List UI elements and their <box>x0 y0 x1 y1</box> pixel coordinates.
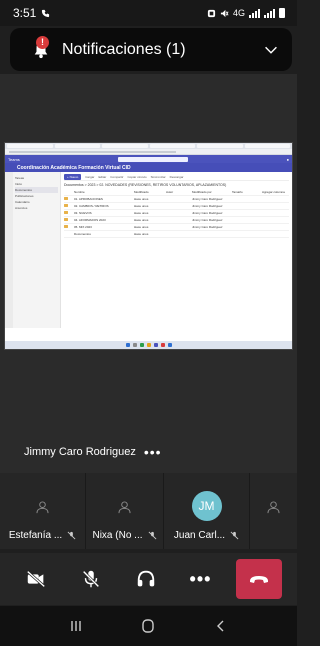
column-header: Modificado <box>134 190 149 194</box>
file-list: + Nuevo Cargar Editar Compartir Copiar v… <box>61 172 292 328</box>
battery-icon <box>279 8 285 18</box>
channel-nav: Tareas Inicio Documentos Publicaciones C… <box>13 172 61 328</box>
profile-icon: ● <box>286 156 289 162</box>
shared-screen-content: Teams ● Coordinación Académica Formación… <box>4 142 293 350</box>
teams-search <box>118 156 189 162</box>
notification-title: Notificaciones (1) <box>62 40 186 58</box>
app-brand: Teams <box>8 156 20 162</box>
folder-icon <box>64 204 68 207</box>
headset-icon <box>137 570 154 587</box>
folder-icon <box>64 218 68 221</box>
folder-icon <box>64 225 68 228</box>
table-row: Documentos Hace unos <box>64 231 289 238</box>
breadcrumb: Documentos > 2023 > 02. NOVEDADES (REVIS… <box>64 183 227 187</box>
camera-off-icon <box>26 570 45 588</box>
table-row: 02. CAMBIOS / RETIROS Hace unos Jimmy Caro… <box>64 203 289 210</box>
mic-off-icon <box>148 531 156 540</box>
mic-toggle-button[interactable] <box>71 559 111 599</box>
table-row: 05. MIX 2023 Hace unos Jimmy Caro Rodrigue… <box>64 224 289 231</box>
presenter-more-button[interactable]: ••• <box>144 445 162 459</box>
column-header: Agregar columna <box>262 190 285 194</box>
notification-banner[interactable]: ! Notificaciones (1) <box>10 28 292 71</box>
participant-tile[interactable]: JM Juan Carl... <box>164 473 249 549</box>
folder-icon <box>64 197 68 200</box>
mic-off-icon <box>67 531 76 540</box>
app-rail <box>5 172 13 328</box>
column-header: Autor <box>166 190 174 194</box>
signal-icon <box>249 8 260 18</box>
mic-off-icon <box>82 570 99 588</box>
table-row: 04. AFORMADOS 2023 Hace unos Jimmy Caro Ro… <box>64 217 289 224</box>
toolbar-item: Compartir <box>110 175 124 179</box>
person-icon <box>267 501 280 514</box>
network-type: 4G <box>232 8 245 18</box>
back-icon <box>216 620 224 632</box>
nfc-icon <box>207 9 216 17</box>
toolbar-item: Cargar <box>85 175 95 179</box>
toolbar-item: Descargar <box>169 175 184 179</box>
phone-hangup-icon <box>249 576 268 583</box>
camera-toggle-button[interactable] <box>16 559 56 599</box>
back-button[interactable] <box>209 614 233 638</box>
notification-badge: ! <box>36 35 49 49</box>
more-options-button[interactable]: ••• <box>181 559 221 599</box>
participant-tile[interactable]: Estefanía ... <box>0 473 85 549</box>
hang-up-button[interactable] <box>235 559 282 599</box>
nav-item: Anuncios <box>15 206 28 210</box>
participant-name: Juan Carl... <box>173 530 226 541</box>
presenter-label: Jimmy Caro Rodriguez ••• <box>24 445 162 459</box>
team-name: Coordinación Académica Formación Virtual… <box>17 164 131 171</box>
windows-taskbar <box>5 341 292 349</box>
call-controls: ••• <box>0 553 297 605</box>
folder-icon <box>64 211 68 214</box>
screen-share-area: Teams ● Coordinación Académica Formación… <box>0 74 297 474</box>
recents-button[interactable] <box>64 614 88 638</box>
toolbar-item: Copiar vínculo <box>127 175 147 179</box>
participant-name: Nixa (No ... <box>92 530 143 541</box>
person-icon <box>118 501 131 514</box>
clock: 3:51 <box>13 6 37 20</box>
new-button: + Nuevo <box>64 174 82 180</box>
home-button[interactable] <box>136 614 160 638</box>
system-nav-bar <box>0 606 297 646</box>
team-header: Coordinación Académica Formación Virtual… <box>5 163 292 172</box>
signal-icon-2 <box>264 8 275 18</box>
person-icon <box>36 501 49 514</box>
presenter-name: Jimmy Caro Rodriguez <box>24 446 136 458</box>
table-row: 03. NUEVOS Hace unos Jimmy Caro Rodriguez <box>64 210 289 217</box>
toolbar-item: Editar <box>98 175 107 179</box>
column-header: Tamaño <box>232 190 243 194</box>
mute-icon <box>220 9 229 17</box>
home-icon <box>142 619 155 633</box>
recents-icon <box>71 621 81 631</box>
audio-output-button[interactable] <box>126 559 166 599</box>
mic-off-icon <box>230 531 239 540</box>
avatar: JM <box>191 491 222 521</box>
files-toolbar: + Nuevo Cargar Editar Compartir Copiar v… <box>64 174 289 181</box>
column-header: Nombre <box>74 190 85 194</box>
table-header: Nombre Modificado Autor Modificado por T… <box>64 189 289 196</box>
participant-name: Estefanía ... <box>8 530 63 541</box>
table-row: 01. APROBACIONES Hace unos Jimmy Caro Rodr… <box>64 196 289 203</box>
more-icon: ••• <box>189 568 212 589</box>
chevron-down-icon[interactable] <box>262 41 280 59</box>
phone-icon <box>42 9 50 17</box>
toolbar-item: Sincronizar <box>150 175 166 179</box>
teams-header: Teams ● <box>5 155 292 163</box>
column-header: Modificado por <box>192 190 212 194</box>
participant-tile[interactable] <box>250 473 297 549</box>
status-bar: 3:51 4G <box>0 0 297 26</box>
bell-icon: ! <box>32 35 50 59</box>
participant-tile[interactable]: Nixa (No ... <box>86 473 163 549</box>
participant-strip: Estefanía ... Nixa (No ... JM Juan Carl.… <box>0 473 297 549</box>
